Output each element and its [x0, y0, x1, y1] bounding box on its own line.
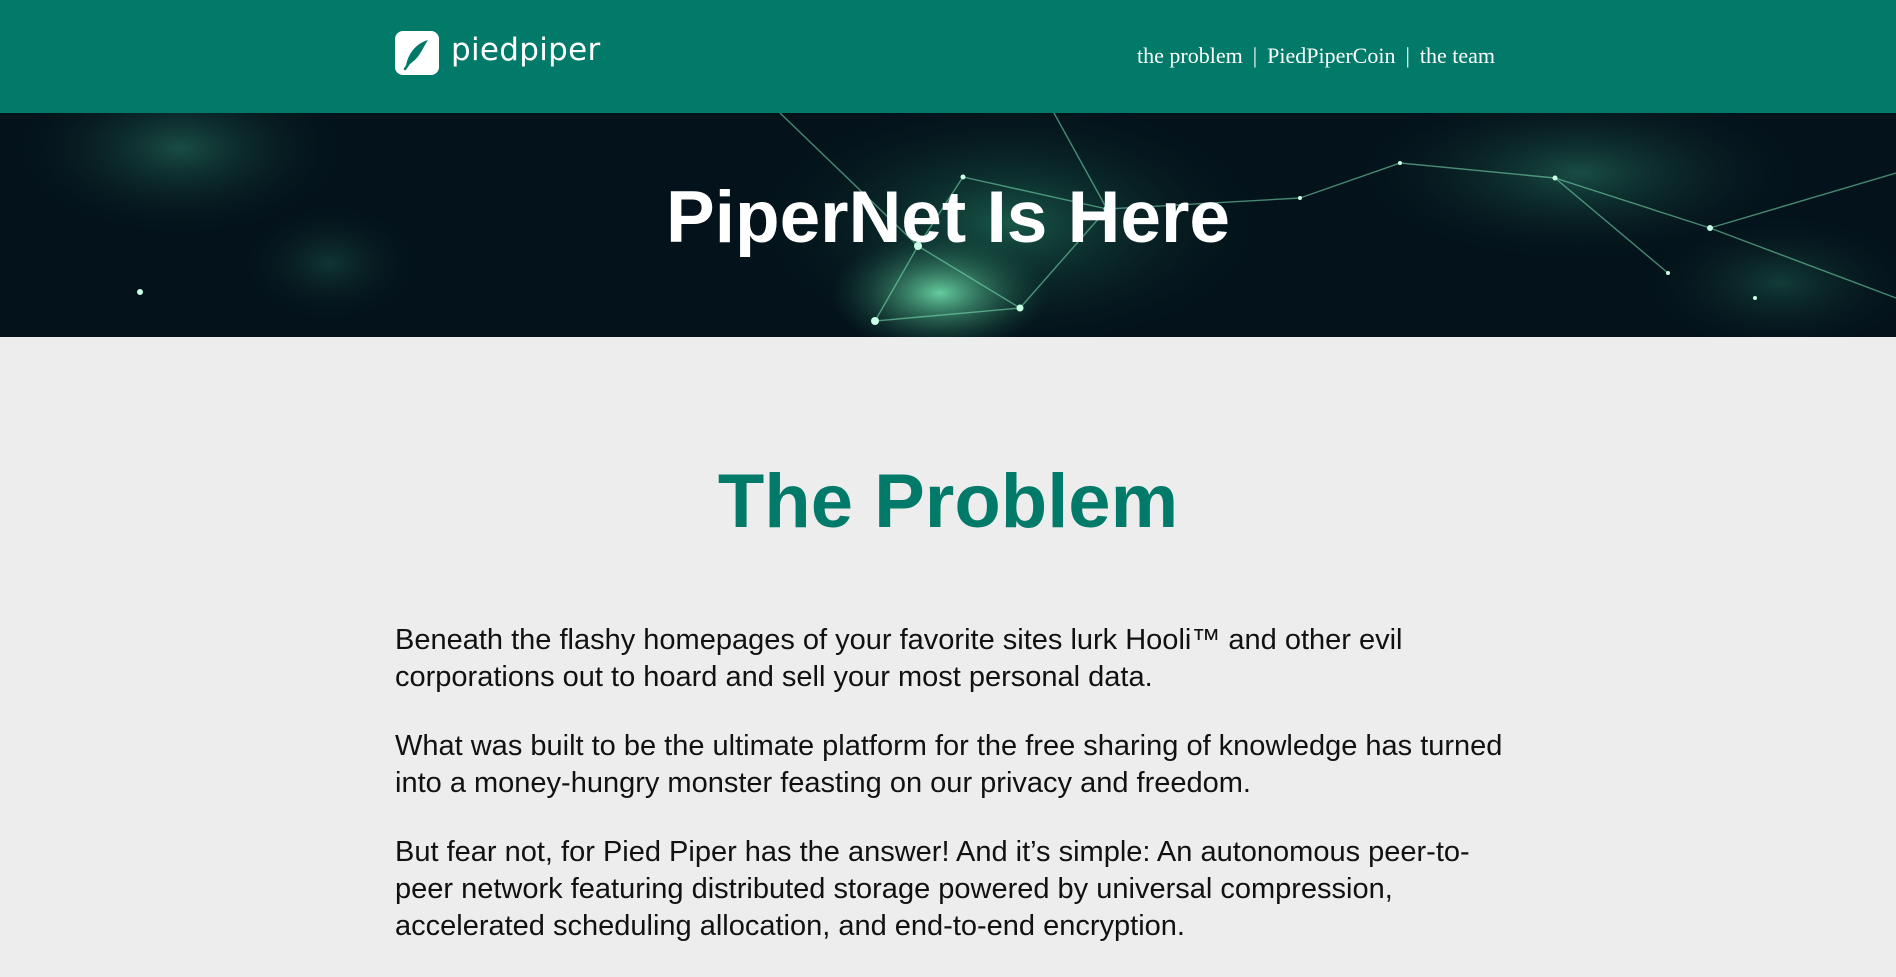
- hero-title: PiperNet Is Here: [666, 176, 1230, 258]
- main-nav: the problem | PiedPiperCoin | the team: [1137, 43, 1495, 69]
- pied-piper-logo-icon: [395, 31, 439, 75]
- problem-paragraph: Beneath the flashy homepages of your fav…: [395, 624, 1403, 693]
- nav-separator: |: [1252, 43, 1258, 68]
- site-header: piedpiper the problem | PiedPiperCoin | …: [0, 0, 1896, 113]
- nav-link-the-problem[interactable]: the problem: [1137, 43, 1243, 69]
- problem-paragraph: What was built to be the ultimate platfo…: [395, 730, 1503, 799]
- problem-paragraph: But fear not, for Pied Piper has the ans…: [395, 836, 1470, 942]
- logo-link[interactable]: piedpiper: [395, 31, 601, 75]
- hero-banner: PiperNet Is Here: [0, 113, 1896, 337]
- logo-text: piedpiper: [451, 32, 601, 68]
- nav-link-the-team[interactable]: the team: [1420, 43, 1495, 69]
- nav-separator: |: [1405, 43, 1410, 68]
- problem-description: Beneath the flashy homepages of your fav…: [395, 622, 1515, 977]
- nav-link-piedpipercoin[interactable]: PiedPiperCoin: [1267, 43, 1395, 69]
- section-title-the-problem: The Problem: [717, 459, 1179, 544]
